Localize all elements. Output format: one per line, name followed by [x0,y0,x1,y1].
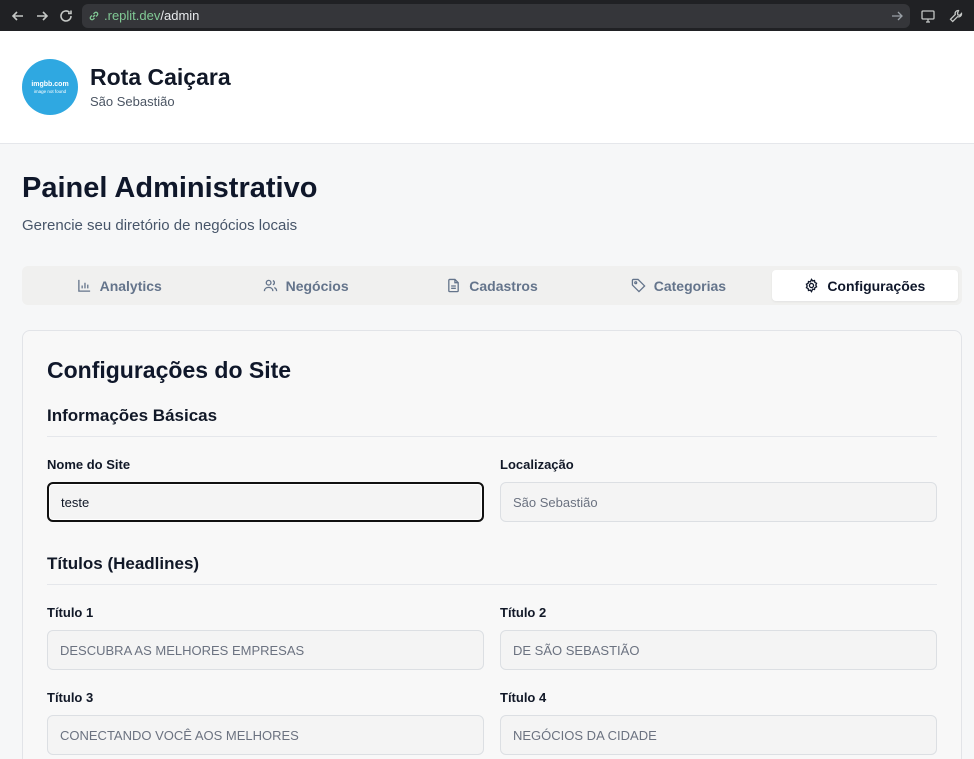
title3-input[interactable] [47,715,484,755]
site-location: São Sebastião [90,93,175,109]
basic-info-row: Nome do Site Localização [47,457,937,522]
title3-label: Título 3 [47,690,94,705]
bar-chart-icon [77,279,90,292]
wrench-icon[interactable] [944,4,968,28]
tab-categorias[interactable]: Categorias [585,270,771,301]
tab-label: Analytics [99,277,162,294]
tab-analytics[interactable]: Analytics [26,270,212,301]
tab-label: Negócios [285,277,349,294]
tab-label: Cadastros [469,277,538,294]
tab-cadastros[interactable]: Cadastros [399,270,585,301]
monitor-icon[interactable] [916,4,940,28]
page-title: Painel Administrativo [22,172,318,204]
title1-label: Título 1 [47,605,94,620]
title4-input[interactable] [500,715,937,755]
location-label: Localização [500,457,574,472]
tab-label: Configurações [827,277,926,294]
reload-icon[interactable] [54,4,78,28]
brand: Rota Caiçara São Sebastião [90,64,231,109]
settings-card: Configurações do Site Informações Básica… [22,330,962,759]
back-arrow-icon[interactable] [6,4,30,28]
headlines-row-2: Título 3 Título 4 [47,690,937,755]
link-icon [88,10,100,22]
location-input[interactable] [500,482,937,522]
title1-input[interactable] [47,630,484,670]
title2-field-group: Título 2 [500,605,937,670]
tab-label: Categorias [653,277,727,294]
site-name-input[interactable] [47,482,484,522]
forward-arrow-icon[interactable] [30,4,54,28]
title2-input[interactable] [500,630,937,670]
title4-field-group: Título 4 [500,690,937,755]
tab-configuracoes[interactable]: Configurações [771,270,959,301]
site-header: imgbb.com image not found Rota Caiçara S… [0,31,974,144]
title4-label: Título 4 [500,690,547,705]
users-icon [263,279,277,292]
tab-negocios[interactable]: Negócios [212,270,398,301]
site-logo[interactable]: imgbb.com image not found [22,59,78,115]
gear-icon [805,278,818,293]
logo-subtext: image not found [33,88,67,94]
title3-field-group: Título 3 [47,690,484,755]
browser-toolbar: .replit.dev/admin [0,0,974,31]
document-icon [448,278,460,293]
site-name-field-group: Nome do Site [47,457,484,522]
url-domain: .replit.dev [104,8,161,23]
headlines-row-1: Título 1 Título 2 [47,605,937,670]
main-content: Painel Administrativo Gerencie seu diret… [0,172,974,759]
site-name: Rota Caiçara [90,64,231,91]
title2-label: Título 2 [500,605,547,620]
logo-text: imgbb.com [31,80,69,88]
location-field-group: Localização [500,457,937,522]
admin-tabs: Analytics Negócios Cadastros Categorias … [22,266,962,305]
url-path: /admin [160,8,200,23]
basic-info-section-title: Informações Básicas [47,406,937,437]
address-bar[interactable]: .replit.dev/admin [82,3,910,28]
tag-icon [631,278,646,293]
go-arrow-icon[interactable] [890,9,904,23]
page-subtitle: Gerencie seu diretório de negócios locai… [22,217,298,234]
title1-field-group: Título 1 [47,605,484,670]
url-text: .replit.dev/admin [104,8,890,23]
settings-title: Configurações do Site [47,357,292,383]
headlines-section-title: Títulos (Headlines) [47,554,937,585]
site-name-label: Nome do Site [47,457,131,472]
